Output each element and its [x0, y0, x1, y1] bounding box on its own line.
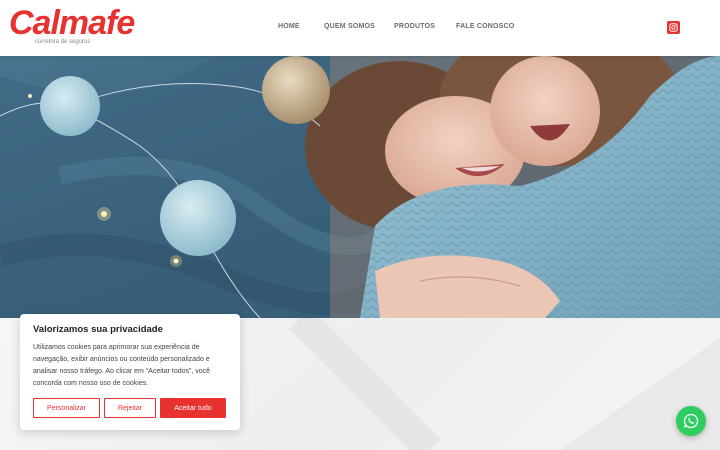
logo-wordmark: Calmafe — [9, 4, 135, 42]
nav-item-home[interactable]: HOME — [278, 23, 300, 30]
site-header: Calmafe corretora de seguros HOME QUEM S… — [0, 0, 720, 56]
logo-tagline: corretora de seguros — [35, 39, 91, 45]
nav-item-fale-conosco[interactable]: FALE CONOSCO — [456, 23, 514, 30]
cookie-text: Utilizamos cookies para aprimorar sua ex… — [33, 344, 211, 387]
customize-button[interactable]: Personalizar — [33, 398, 100, 418]
instagram-icon[interactable] — [667, 21, 680, 34]
reject-button[interactable]: Rejeitar — [104, 398, 156, 418]
cookie-consent-banner: Valorizamos sua privacidade Utilizamos c… — [20, 314, 240, 430]
accept-all-button[interactable]: Aceitar tudo — [160, 398, 226, 418]
nav-item-quem-somos[interactable]: QUEM SOMOS — [324, 23, 375, 30]
nav-item-produtos[interactable]: PRODUTOS — [394, 23, 435, 30]
cookie-title: Valorizamos sua privacidade — [33, 324, 163, 335]
logo[interactable]: Calmafe corretora de seguros — [9, 4, 135, 45]
whatsapp-button[interactable] — [676, 406, 706, 436]
whatsapp-icon — [683, 413, 699, 429]
hero-photo — [0, 56, 720, 318]
